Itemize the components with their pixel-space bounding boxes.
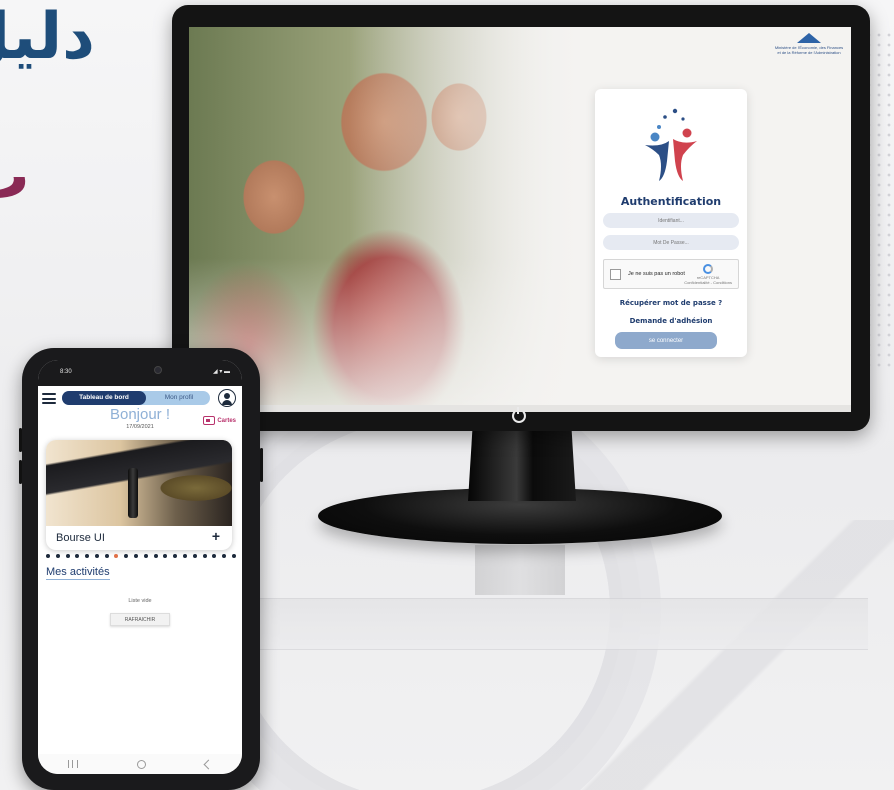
carousel-dot[interactable]: [231, 554, 236, 558]
status-time: 8:30: [60, 369, 72, 375]
forgot-password-link[interactable]: Récupérer mot de passe ?: [595, 299, 747, 307]
volume-down-button: [19, 460, 22, 484]
carousel-dot[interactable]: [75, 554, 80, 558]
activities-heading: Mes activités: [46, 566, 110, 580]
carousel-dot[interactable]: [114, 554, 119, 558]
carousel-dot[interactable]: [192, 554, 197, 558]
auth-title: Authentification: [620, 195, 722, 208]
carousel-dot[interactable]: [182, 554, 187, 558]
carousel-dot[interactable]: [55, 554, 60, 558]
carousel-dot[interactable]: [212, 554, 217, 558]
tassel-graphic: [128, 468, 138, 518]
empty-list-message: Liste vide: [128, 598, 152, 604]
back-icon[interactable]: [203, 759, 214, 769]
user-avatar-icon[interactable]: [218, 389, 236, 407]
cards-button[interactable]: Cartes: [203, 416, 236, 428]
carousel-dot[interactable]: [143, 554, 148, 558]
arabic-heading: دليل: [0, 0, 95, 74]
ministry-logo: Ministère de l'Économie, des Finances et…: [773, 31, 845, 55]
app-logo-icon: [645, 108, 697, 181]
carousel-dot[interactable]: [65, 554, 70, 558]
tab-dashboard[interactable]: Tableau de bord: [62, 391, 146, 405]
carousel-dot[interactable]: [94, 554, 99, 558]
stand-reflection: [475, 545, 565, 595]
recaptcha-branding: reCAPTCHA Confidentialité - Conditions: [684, 264, 732, 285]
auth-card: Authentification Je ne suis pas un robot…: [595, 89, 747, 357]
desktop-monitor: Ministère de l'Économie, des Finances et…: [172, 5, 870, 431]
power-icon[interactable]: [512, 407, 526, 423]
power-side-button: [260, 448, 263, 482]
carousel-dot[interactable]: [104, 554, 109, 558]
card-icon: [203, 416, 216, 425]
membership-request-link[interactable]: Demande d'adhésion: [595, 317, 747, 325]
graduation-cap-image: [46, 440, 232, 526]
photo-fade-overlay: [189, 27, 589, 412]
recent-apps-icon[interactable]: [67, 760, 78, 768]
recaptcha-icon: [703, 264, 714, 274]
home-icon[interactable]: [136, 759, 146, 769]
ministry-caption: Ministère de l'Économie, des Finances et…: [774, 45, 844, 55]
status-icons: ◢ ▾ ▬: [213, 369, 230, 375]
carousel-dot[interactable]: [124, 554, 129, 558]
recaptcha-label: Je ne suis pas un robot: [628, 271, 685, 277]
carousel-dot[interactable]: [173, 554, 178, 558]
username-input[interactable]: [603, 213, 739, 228]
carousel-dot[interactable]: [163, 554, 168, 558]
carousel-dot[interactable]: [222, 554, 227, 558]
status-bar: 8:30 ◢ ▾ ▬: [38, 360, 242, 386]
tab-switcher: Tableau de bord Mon profil: [62, 391, 210, 405]
recaptcha-widget: Je ne suis pas un robot reCAPTCHA Confid…: [603, 259, 739, 289]
background-v-shape: [560, 520, 894, 790]
scholarship-card[interactable]: Bourse UI +: [46, 440, 232, 550]
carousel-dot[interactable]: [202, 554, 207, 558]
mobile-phone: 8:30 ◢ ▾ ▬ Tableau de bord Mon profil Bo…: [19, 348, 263, 790]
android-navbar: [38, 754, 242, 774]
phone-screen: 8:30 ◢ ▾ ▬ Tableau de bord Mon profil Bo…: [38, 360, 242, 774]
front-camera-icon: [154, 366, 162, 374]
recaptcha-sub: Confidentialité - Conditions: [684, 280, 732, 285]
refresh-button[interactable]: RAFRAICHIR: [110, 613, 170, 626]
recaptcha-checkbox[interactable]: [610, 269, 621, 280]
carousel-dot[interactable]: [134, 554, 139, 558]
carousel-dot[interactable]: [85, 554, 90, 558]
carousel-dot[interactable]: [153, 554, 158, 558]
plus-icon[interactable]: +: [212, 528, 220, 544]
menu-icon[interactable]: [42, 393, 56, 404]
desktop-screen: Ministère de l'Économie, des Finances et…: [189, 27, 851, 412]
carousel-indicator: [46, 554, 236, 560]
tab-profile[interactable]: Mon profil: [150, 391, 208, 405]
ministry-emblem-icon: [797, 33, 821, 43]
login-button[interactable]: se connecter: [615, 332, 717, 349]
volume-up-button: [19, 428, 22, 452]
card-title: Bourse UI: [56, 532, 105, 544]
cards-label: Cartes: [217, 418, 236, 425]
carousel-dot[interactable]: [46, 554, 50, 558]
monitor-neck: [468, 431, 576, 501]
shelf: [230, 598, 868, 650]
password-input[interactable]: [603, 235, 739, 250]
arabic-subheading: ب: [0, 140, 30, 214]
